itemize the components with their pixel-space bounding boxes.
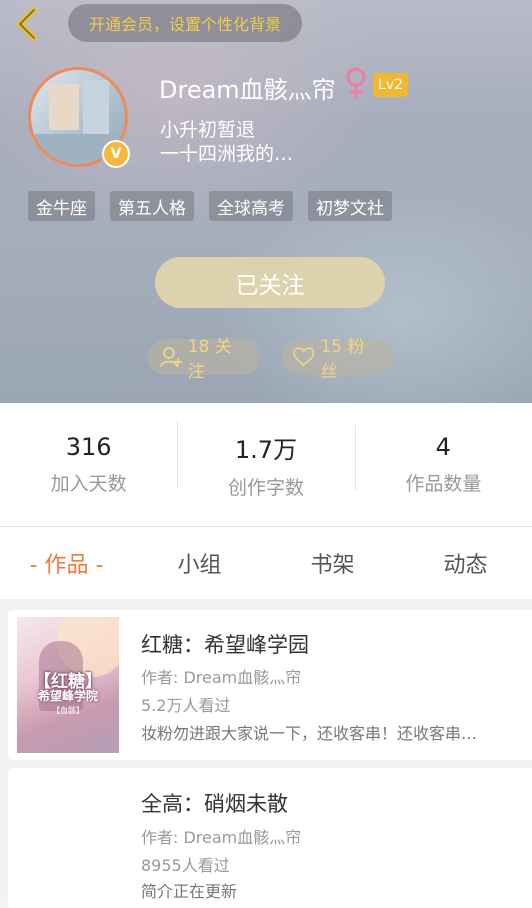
tag[interactable]: 全球高考: [209, 191, 293, 221]
stat-join-days: 316 加入天数: [0, 433, 177, 496]
tag[interactable]: 金牛座: [28, 191, 95, 221]
person-add-icon: [160, 347, 182, 368]
level-badge: Lv2: [373, 73, 408, 97]
tab-bookshelf[interactable]: 书架: [266, 547, 399, 579]
back-arrow-icon: [17, 7, 37, 41]
work-title[interactable]: 全高：硝烟未散: [141, 788, 288, 818]
bio-line: 小升初暂退: [160, 119, 256, 141]
tag[interactable]: 初梦文社: [308, 191, 392, 221]
stats-bar: 316 加入天数 1.7万 创作字数 4 作品数量: [0, 403, 532, 527]
followed-button[interactable]: 已关注: [155, 257, 385, 308]
profile-header: 开通会员，设置个性化背景 V Dream血骸灬帘 Lv2 小升初暂退 一十四洲我…: [0, 0, 532, 403]
stat-word-count: 1.7万 创作字数: [177, 421, 354, 500]
tab-bar: - 作品 - 小组 书架 动态: [0, 527, 532, 599]
work-item[interactable]: 全高：硝烟未散 作者: Dream血骸灬帘 8955人看过 简介正在更新: [8, 768, 532, 908]
work-item[interactable]: 【红糖】 希望峰学院 【血骸】 红糖：希望峰学园 作者: Dream血骸灬帘 5…: [8, 610, 532, 760]
vip-background-prompt[interactable]: 开通会员，设置个性化背景: [68, 4, 302, 42]
work-views: 8955人看过: [141, 856, 230, 875]
verified-badge: V: [102, 140, 130, 168]
work-views: 5.2万人看过: [141, 696, 231, 715]
book-cover[interactable]: 【红糖】 希望峰学院 【血骸】: [17, 617, 119, 753]
following-count: 18 关注: [187, 337, 232, 382]
bio: 小升初暂退 一十四洲我的…: [160, 118, 293, 166]
stat-value: 1.7万: [234, 435, 298, 464]
work-title[interactable]: 红糖：希望峰学园: [141, 629, 309, 659]
stat-works-count: 4 作品数量: [354, 425, 532, 496]
work-author: 作者: Dream血骸灬帘: [141, 828, 302, 847]
works-list: 【红糖】 希望峰学院 【血骸】 红糖：希望峰学园 作者: Dream血骸灬帘 5…: [0, 599, 532, 908]
stat-label: 作品数量: [405, 473, 482, 495]
tag-list: 金牛座 第五人格 全球高考 初梦文社: [28, 191, 392, 221]
work-description: 妆粉勿进跟大家说一下，还收客串！还收客串…: [141, 724, 478, 743]
username: Dream血骸灬帘: [159, 76, 336, 104]
female-icon: [344, 66, 368, 100]
following-button[interactable]: 18 关注: [148, 337, 260, 382]
work-description: 简介正在更新: [141, 882, 238, 901]
fans-button[interactable]: 15 粉丝: [281, 337, 392, 382]
back-button[interactable]: [10, 6, 46, 42]
tab-groups[interactable]: 小组: [133, 547, 266, 579]
cover-author: 【血骸】: [52, 706, 84, 715]
stat-value: 4: [435, 433, 451, 461]
stat-value: 316: [65, 433, 112, 461]
stat-label: 创作字数: [227, 476, 304, 499]
stat-label: 加入天数: [50, 473, 127, 495]
cover-subtitle: 希望峰学院: [37, 689, 98, 703]
tag[interactable]: 第五人格: [110, 191, 194, 221]
tab-works[interactable]: - 作品 -: [0, 547, 133, 579]
fans-count: 15 粉丝: [320, 337, 365, 382]
bio-line: 一十四洲我的…: [160, 143, 294, 165]
heart-icon: [293, 347, 315, 366]
tab-activity[interactable]: 动态: [399, 547, 532, 579]
work-author: 作者: Dream血骸灬帘: [141, 668, 302, 687]
